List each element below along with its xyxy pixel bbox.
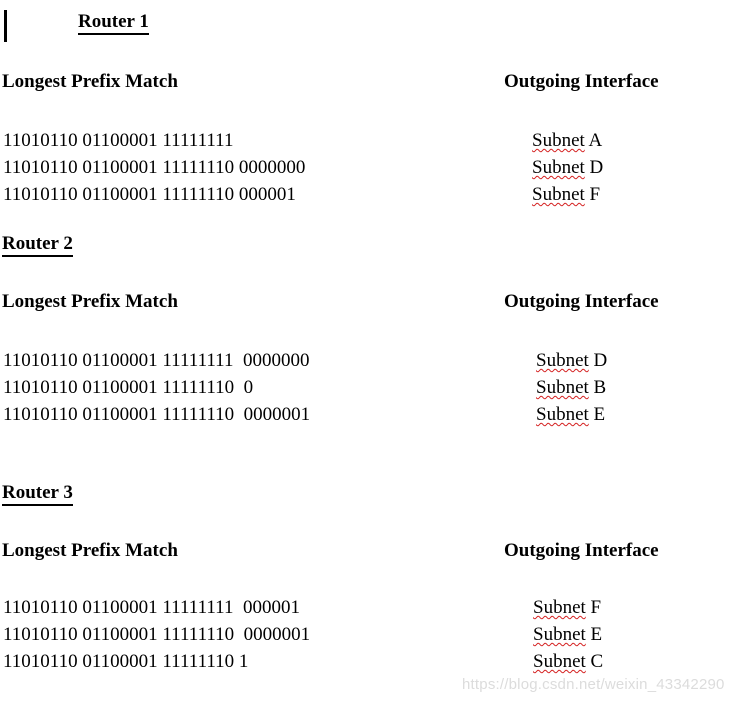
router-2-rows: 11010110 01100001 11111111 0000000 Subne… bbox=[0, 347, 743, 428]
router-2-heading-outgoing-interface: Outgoing Interface bbox=[504, 291, 659, 312]
prefix-value: 11010110 01100001 11111110 1 bbox=[3, 651, 249, 672]
outgoing-interface-value: Subnet F bbox=[532, 181, 600, 208]
outgoing-interface-value: Subnet E bbox=[533, 621, 602, 648]
watermark-squiggle-icon bbox=[528, 668, 588, 674]
router-3-heading-longest-prefix-match: Longest Prefix Match bbox=[2, 540, 178, 561]
outgoing-interface-value: Subnet A bbox=[532, 127, 602, 154]
spellcheck-word: Subnet bbox=[533, 597, 586, 618]
table-row: 11010110 01100001 11111110 0 Subnet B bbox=[0, 374, 743, 401]
prefix-value: 11010110 01100001 11111111 000001 bbox=[3, 597, 300, 618]
outgoing-interface-value: Subnet D bbox=[532, 154, 603, 181]
router-1-title-wrap: Router 1 bbox=[78, 12, 149, 35]
interface-letter: F bbox=[584, 184, 601, 205]
outgoing-interface-value: Subnet E bbox=[536, 401, 605, 428]
spellcheck-word: Subnet bbox=[536, 350, 589, 371]
document-page: Router 1 Longest Prefix Match Outgoing I… bbox=[0, 0, 743, 702]
interface-letter: C bbox=[585, 651, 604, 672]
spellcheck-word: Subnet bbox=[532, 157, 585, 178]
router-2-title-wrap: Router 2 bbox=[2, 234, 73, 257]
table-row: 11010110 01100001 11111110 000001 Subnet… bbox=[0, 181, 743, 208]
table-row: 11010110 01100001 11111110 0000000 Subne… bbox=[0, 154, 743, 181]
router-3-title: Router 3 bbox=[2, 483, 73, 506]
prefix-value: 11010110 01100001 11111110 0000001 bbox=[3, 404, 311, 425]
prefix-value: 11010110 01100001 11111111 bbox=[3, 130, 234, 151]
prefix-value: 11010110 01100001 11111111 0000000 bbox=[3, 350, 310, 371]
table-row: 11010110 01100001 11111110 0000001 Subne… bbox=[0, 621, 743, 648]
interface-letter: A bbox=[584, 130, 603, 151]
spellcheck-word: Subnet bbox=[532, 130, 585, 151]
router-3-heading-outgoing-interface: Outgoing Interface bbox=[504, 540, 659, 561]
table-row: 11010110 01100001 11111111 0000000 Subne… bbox=[0, 347, 743, 374]
outgoing-interface-value: Subnet D bbox=[536, 347, 607, 374]
prefix-value: 11010110 01100001 11111110 0000000 bbox=[3, 157, 306, 178]
router-2-title: Router 2 bbox=[2, 234, 73, 257]
table-row: 11010110 01100001 11111111 Subnet A bbox=[0, 127, 743, 154]
table-row: 11010110 01100001 11111110 0000001 Subne… bbox=[0, 401, 743, 428]
interface-letter: E bbox=[588, 404, 606, 425]
prefix-value: 11010110 01100001 11111110 0 bbox=[3, 377, 254, 398]
interface-letter: D bbox=[584, 157, 604, 178]
table-row: 11010110 01100001 11111111 000001 Subnet… bbox=[0, 594, 743, 621]
router-3-title-wrap: Router 3 bbox=[2, 483, 73, 506]
outgoing-interface-value: Subnet F bbox=[533, 594, 601, 621]
router-2-heading-longest-prefix-match: Longest Prefix Match bbox=[2, 291, 178, 312]
spellcheck-word: Subnet bbox=[536, 404, 589, 425]
router-1-heading-longest-prefix-match: Longest Prefix Match bbox=[2, 71, 178, 92]
router-3-rows: 11010110 01100001 11111111 000001 Subnet… bbox=[0, 594, 743, 675]
spellcheck-word: Subnet bbox=[533, 624, 586, 645]
spellcheck-word: Subnet bbox=[536, 377, 589, 398]
prefix-value: 11010110 01100001 11111110 0000001 bbox=[3, 624, 311, 645]
table-row: 11010110 01100001 11111110 1 Subnet C bbox=[0, 648, 743, 675]
router-1-rows: 11010110 01100001 11111111 Subnet A 1101… bbox=[0, 127, 743, 208]
interface-letter: B bbox=[588, 377, 607, 398]
prefix-value: 11010110 01100001 11111110 000001 bbox=[3, 184, 296, 205]
interface-letter: E bbox=[585, 624, 603, 645]
interface-letter: D bbox=[588, 350, 608, 371]
watermark-text: https://blog.csdn.net/weixin_43342290 bbox=[462, 676, 725, 693]
router-1-title: Router 1 bbox=[78, 12, 149, 35]
spellcheck-word: Subnet bbox=[532, 184, 585, 205]
interface-letter: F bbox=[585, 597, 602, 618]
text-caret bbox=[4, 10, 7, 42]
router-1-heading-outgoing-interface: Outgoing Interface bbox=[504, 71, 659, 92]
outgoing-interface-value: Subnet B bbox=[536, 374, 606, 401]
